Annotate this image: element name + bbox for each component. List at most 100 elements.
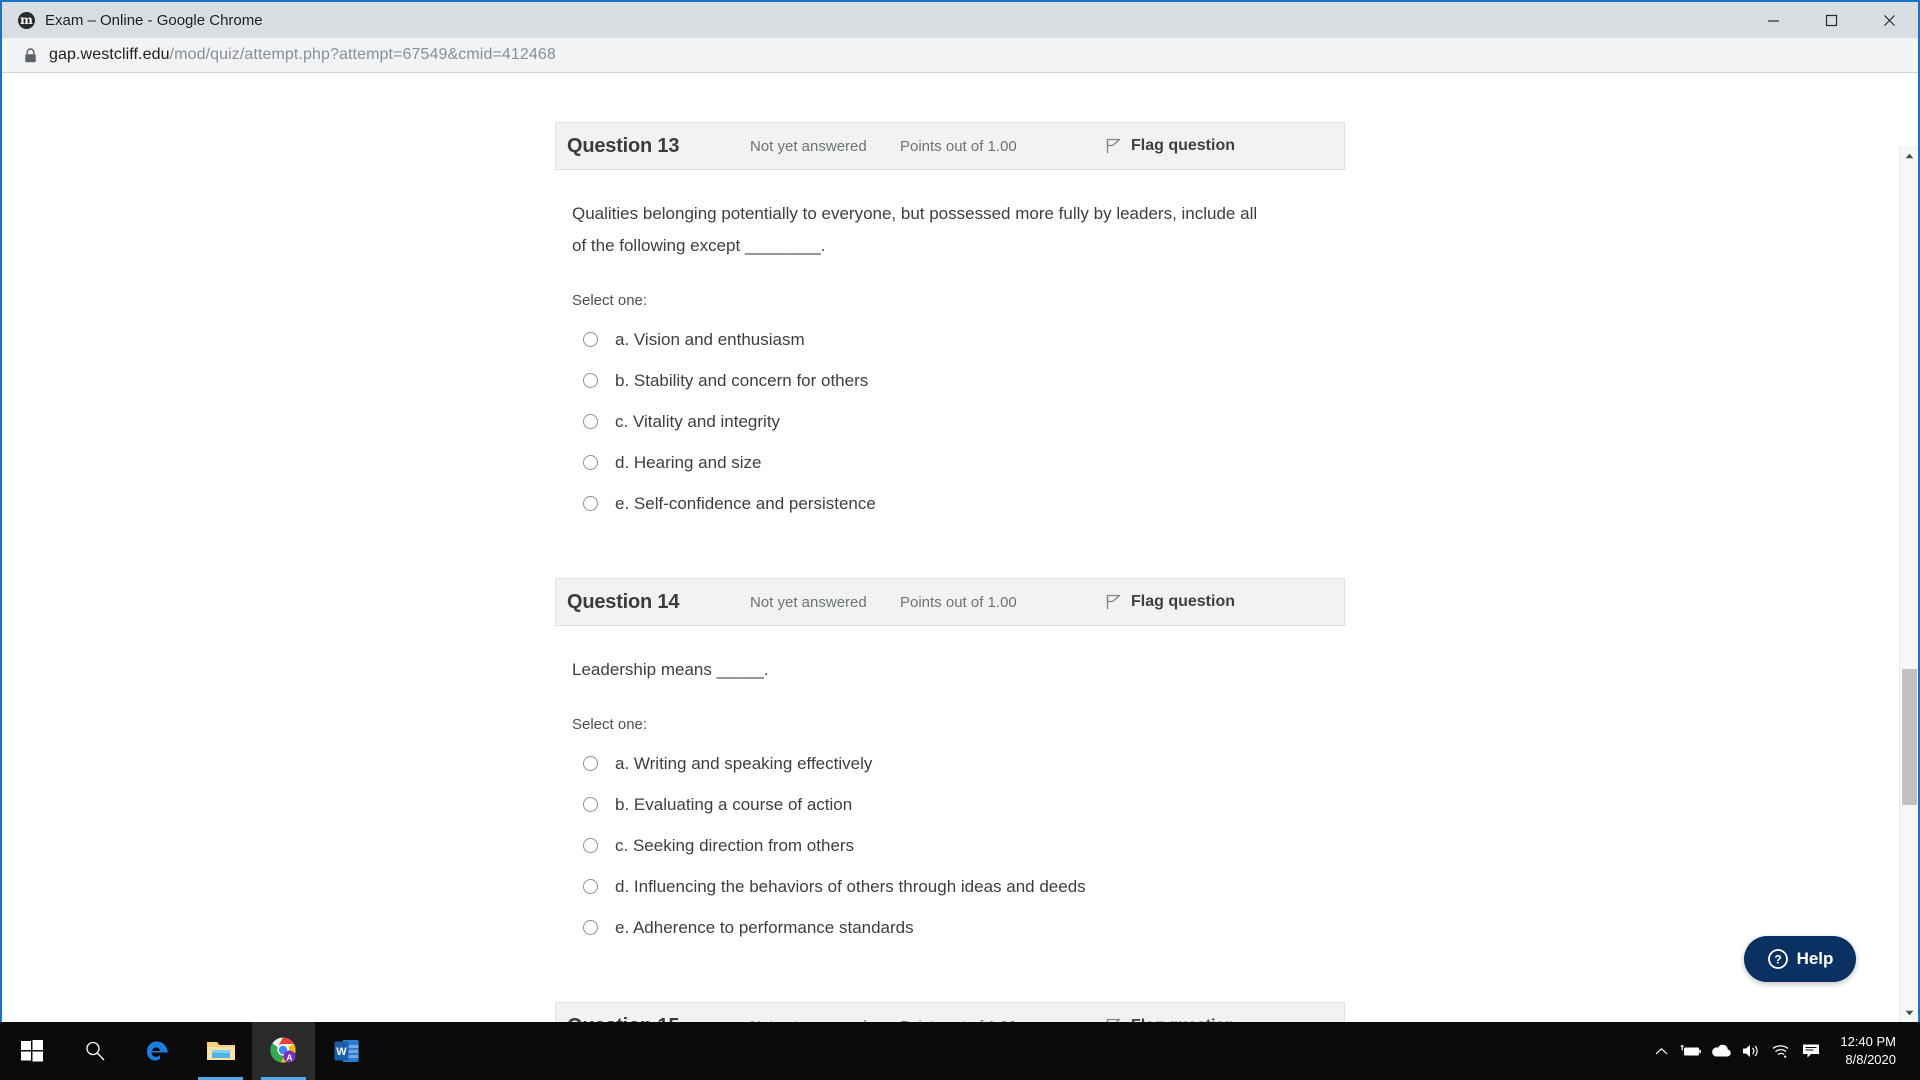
top-spacer: [555, 74, 1345, 122]
taskbar-search-button[interactable]: [63, 1022, 126, 1080]
question-header-15: Question 15 Not yet answered Points out …: [555, 1002, 1345, 1022]
file-explorer-icon: [206, 1042, 235, 1060]
answer-option-13-e[interactable]: e. Self-confidence and persistence: [572, 483, 1345, 524]
wifi-icon: [1772, 1045, 1789, 1058]
radio-button-13-c[interactable]: [583, 414, 598, 429]
minimize-icon: [1767, 19, 1779, 22]
flag-question-button-14[interactable]: Flag question: [1105, 593, 1235, 611]
battery-charging-icon: [1681, 1045, 1702, 1056]
title-bar[interactable]: m Exam – Online - Google Chrome: [2, 2, 1918, 38]
answer-label-13-a: a. Vision and enthusiasm: [615, 329, 805, 349]
answer-option-13-c[interactable]: c. Vitality and integrity: [572, 401, 1345, 442]
show-desktop-button[interactable]: [1912, 1022, 1920, 1080]
answer-option-13-d[interactable]: d. Hearing and size: [572, 442, 1345, 483]
show-hidden-icons-chevron-icon: [1655, 1047, 1668, 1054]
question-header-14: Question 14 Not yet answered Points out …: [555, 578, 1345, 626]
taskbar-chrome-button[interactable]: A: [252, 1022, 315, 1080]
question-mark-circle-icon: ?: [1767, 949, 1788, 969]
flag-question-button-13[interactable]: Flag question: [1105, 137, 1235, 155]
screen: m Exam – Online - Google Chrome gap.west…: [0, 0, 1920, 1080]
window-title: Exam – Online - Google Chrome: [45, 11, 263, 29]
scroll-up-button[interactable]: [1900, 146, 1918, 165]
clock-time: 12:40 PM: [1840, 1034, 1896, 1049]
question-points-14: Points out of 1.00: [900, 593, 1017, 611]
system-tray: 12:40 PM 8/8/2020: [1646, 1022, 1920, 1080]
answer-label-14-c: c. Seeking direction from others: [615, 835, 855, 855]
taskbar-edge-button[interactable]: [126, 1022, 189, 1080]
windows-taskbar: A W 12:40 PM 8/8/2020: [0, 1022, 1920, 1080]
url-host: gap.westcliff.edu: [49, 46, 170, 63]
quiz-content-column: Question 13 Not yet answered Points out …: [555, 74, 1345, 1022]
volume-button[interactable]: [1736, 1022, 1766, 1080]
radio-button-14-d[interactable]: [583, 879, 598, 894]
action-center-icon: [1803, 1044, 1820, 1058]
answer-option-13-b[interactable]: b. Stability and concern for others: [572, 360, 1345, 401]
select-one-label-13: Select one:: [572, 292, 648, 309]
address-bar[interactable]: gap.westcliff.edu/mod/quiz/attempt.php?a…: [2, 38, 1918, 73]
radio-button-13-e[interactable]: [583, 496, 598, 511]
scroll-down-arrow-icon: [1905, 1010, 1914, 1015]
windows-start-icon: [20, 1040, 43, 1062]
select-one-label-14: Select one:: [572, 716, 648, 733]
flag-icon: [1106, 594, 1121, 609]
network-button[interactable]: [1766, 1022, 1796, 1080]
radio-button-13-d[interactable]: [583, 455, 598, 470]
answer-label-13-b: b. Stability and concern for others: [615, 370, 869, 390]
answer-option-14-d[interactable]: d. Influencing the behaviors of others t…: [572, 866, 1345, 907]
radio-button-13-a[interactable]: [583, 332, 598, 347]
radio-button-14-e[interactable]: [583, 920, 598, 935]
chrome-browser-window: m Exam – Online - Google Chrome gap.west…: [0, 0, 1920, 1022]
maximize-icon: [1825, 14, 1837, 26]
clock-date: 8/8/2020: [1845, 1052, 1896, 1067]
answer-option-14-c[interactable]: c. Seeking direction from others: [572, 825, 1345, 866]
minimize-button[interactable]: [1744, 2, 1802, 38]
question-number-14: Question 14: [567, 590, 680, 613]
chrome-browser-icon: A: [269, 1037, 296, 1063]
radio-button-13-b[interactable]: [583, 373, 598, 388]
answer-option-14-b[interactable]: b. Evaluating a course of action: [572, 784, 1345, 825]
scroll-up-arrow-icon: [1905, 153, 1914, 158]
radio-button-14-c[interactable]: [583, 838, 598, 853]
answer-label-13-d: d. Hearing and size: [615, 452, 762, 472]
question-header-13: Question 13 Not yet answered Points out …: [555, 122, 1345, 170]
answer-options-13: a. Vision and enthusiasm b. Stability an…: [572, 319, 1345, 524]
question-number-15: Question 15: [567, 1015, 750, 1023]
maximize-button[interactable]: [1802, 2, 1860, 38]
taskbar-word-button[interactable]: W: [315, 1022, 378, 1080]
question-block-13: Question 13 Not yet answered Points out …: [555, 122, 1345, 524]
radio-button-14-a[interactable]: [583, 756, 598, 771]
answer-label-13-c: c. Vitality and integrity: [615, 411, 781, 431]
taskbar-clock[interactable]: 12:40 PM 8/8/2020: [1840, 1033, 1896, 1069]
scroll-down-button[interactable]: [1900, 1003, 1918, 1022]
page-scrollbar[interactable]: [1899, 146, 1918, 1022]
radio-button-14-b[interactable]: [583, 797, 598, 812]
answer-option-13-a[interactable]: a. Vision and enthusiasm: [572, 319, 1345, 360]
answer-option-14-a[interactable]: a. Writing and speaking effectively: [572, 743, 1345, 784]
answer-label-14-d: d. Influencing the behaviors of others t…: [615, 876, 1086, 896]
scrollbar-thumb[interactable]: [1902, 669, 1917, 805]
show-hidden-icons-button[interactable]: [1646, 1022, 1676, 1080]
flag-icon: [1106, 138, 1121, 153]
taskbar-file-explorer-button[interactable]: [189, 1022, 252, 1080]
help-button[interactable]: ? Help: [1744, 936, 1856, 982]
lock-icon: [24, 47, 37, 63]
svg-text:?: ?: [1774, 953, 1781, 967]
action-center-button[interactable]: [1796, 1022, 1826, 1080]
question-block-15: Question 15 Not yet answered Points out …: [555, 1002, 1345, 1022]
page-viewport: Question 13 Not yet answered Points out …: [2, 74, 1918, 1022]
word-icon: W: [334, 1040, 359, 1062]
answer-option-14-e[interactable]: e. Adherence to performance standards: [572, 907, 1345, 948]
onedrive-cloud-icon: [1712, 1044, 1732, 1056]
start-button[interactable]: [0, 1022, 63, 1080]
answer-label-13-e: e. Self-confidence and persistence: [615, 493, 876, 513]
question-state-13: Not yet answered: [750, 137, 867, 155]
question-points-13: Points out of 1.00: [900, 137, 1017, 155]
battery-status-button[interactable]: [1676, 1022, 1706, 1080]
edge-browser-icon: [146, 1041, 168, 1061]
onedrive-button[interactable]: [1706, 1022, 1736, 1080]
url-path: /mod/quiz/attempt.php?attempt=67549&cmid…: [169, 46, 556, 63]
flag-question-label-14: Flag question: [1131, 593, 1235, 610]
question-body-14: Leadership means _____. Select one: a. W…: [555, 626, 1345, 948]
question-spacer-1: [555, 524, 1345, 578]
close-button[interactable]: [1860, 2, 1918, 38]
